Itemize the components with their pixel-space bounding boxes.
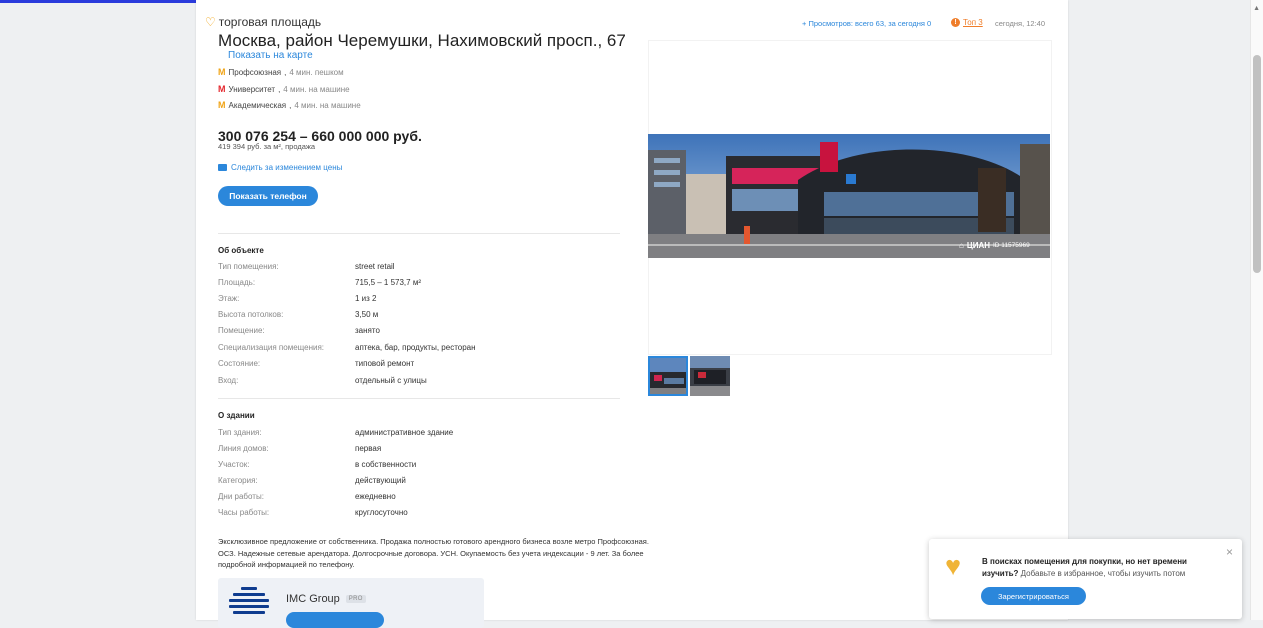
metro-icon: М	[218, 67, 226, 77]
cian-id: ID 11575969	[993, 242, 1030, 249]
show-on-map-link[interactable]: Показать на карте	[228, 50, 313, 61]
row-label: Тип помещения:	[218, 262, 279, 271]
row-label: Категория:	[218, 476, 258, 485]
row-value: административное здание	[355, 428, 454, 437]
row-value: street retail	[355, 262, 395, 271]
publish-date: сегодня, 12:40	[995, 19, 1046, 28]
building-row: Часы работы: круглосуточно	[218, 508, 408, 524]
agent-name-row[interactable]: IMC Group PRO	[286, 593, 366, 605]
row-value: 1 из 2	[355, 294, 377, 303]
listing-description: Эксклюзивное предложение от собственника…	[218, 537, 649, 569]
metro-item: М Профсоюзная, 4 мин. пешком	[218, 67, 344, 77]
row-label: Площадь:	[218, 278, 256, 287]
scrollbar-thumb[interactable]	[1253, 55, 1261, 273]
metro-icon: М	[218, 100, 226, 110]
object-row: Состояние: типовой ремонт	[218, 359, 414, 375]
cian-brand: ЦИАН	[966, 241, 990, 250]
building-row: Участок: в собственности	[218, 460, 416, 476]
photo-thumbnail[interactable]	[690, 356, 730, 396]
row-label: Состояние:	[218, 359, 261, 368]
object-section-title: Об объекте	[218, 246, 264, 255]
row-label: Этаж:	[218, 294, 240, 303]
metro-station: Университет	[228, 84, 276, 94]
cian-watermark: ⌂ ЦИАН ID 11575969	[959, 241, 1030, 250]
row-label: Специализация помещения:	[218, 343, 325, 352]
agent-name[interactable]: IMC Group	[286, 593, 340, 605]
building-row: Линия домов: первая	[218, 444, 381, 460]
promo-text: В поисках помещения для покупки, но нет …	[982, 556, 1222, 580]
object-row: Специализация помещения: аптека, бар, про…	[218, 343, 476, 359]
object-row: Площадь: 715,5 – 1 573,7 м²	[218, 278, 421, 294]
envelope-icon	[218, 164, 227, 171]
listing-type: ♡ торговая площадь	[205, 15, 321, 29]
row-value: первая	[355, 444, 382, 453]
object-row: Вход: отдельный с улицы	[218, 376, 427, 392]
row-value: в собственности	[355, 460, 417, 469]
row-value: ежедневно	[355, 492, 396, 501]
row-value: отдельный с улицы	[355, 376, 427, 385]
close-icon[interactable]: ×	[1226, 545, 1233, 559]
metro-distance: 4 мин. пешком	[289, 67, 344, 77]
promo-regular-text: Добавьте в избранное, чтобы изучить пото…	[1020, 569, 1186, 578]
row-label: Линия домов:	[218, 444, 269, 453]
object-row: Тип помещения: street retail	[218, 262, 395, 278]
row-value: 3,50 м	[355, 310, 379, 319]
row-value: занято	[355, 326, 380, 335]
divider	[218, 233, 620, 234]
top-badge[interactable]: ! Топ 3	[951, 18, 983, 27]
row-value: 715,5 – 1 573,7 м²	[355, 278, 421, 287]
agent-logo	[229, 587, 269, 617]
metro-station: Академическая	[228, 100, 287, 110]
row-label: Вход:	[218, 376, 239, 385]
listing-type-label: торговая площадь	[218, 15, 322, 29]
price-per-meter: 419 394 руб. за м², продажа	[218, 142, 316, 151]
row-label: Высота потолков:	[218, 310, 284, 319]
agent-button[interactable]	[286, 612, 384, 628]
row-value: аптека, бар, продукты, ресторан	[355, 343, 476, 352]
metro-item: М Университет, 4 мин. на машине	[218, 84, 350, 94]
scroll-up-arrow-icon[interactable]: ▲	[1253, 5, 1260, 12]
row-value: действующий	[355, 476, 406, 485]
listing-title: Москва, район Черемушки, Нахимовский про…	[218, 31, 626, 50]
metro-distance: 4 мин. на машине	[283, 84, 350, 94]
register-button[interactable]: Зарегистрироваться	[981, 587, 1086, 605]
metro-station: Профсоюзная	[228, 67, 282, 77]
page-scrollbar[interactable]: ▲	[1250, 0, 1263, 620]
top-badge-label: Топ 3	[963, 18, 983, 27]
heart-icon: ♥	[945, 551, 962, 581]
building-section-title: О здании	[218, 411, 255, 420]
row-label: Участок:	[218, 460, 250, 469]
object-row: Этаж: 1 из 2	[218, 294, 376, 310]
favorite-heart-icon[interactable]: ♡	[205, 15, 216, 29]
metro-icon: М	[218, 84, 226, 94]
row-value: круглосуточно	[355, 508, 408, 517]
object-row: Высота потолков: 3,50 м	[218, 310, 378, 326]
metro-distance: 4 мин. на машине	[294, 100, 361, 110]
views-stats[interactable]: + Просмотров: всего 63, за сегодня 0	[802, 19, 931, 28]
metro-item: М Академическая, 4 мин. на машине	[218, 100, 361, 110]
building-row: Дни работы: ежедневно	[218, 492, 396, 508]
main-photo[interactable]	[648, 134, 1050, 258]
row-label: Помещение:	[218, 326, 265, 335]
row-label: Дни работы:	[218, 492, 264, 501]
row-label: Тип здания:	[218, 428, 262, 437]
watch-price-link[interactable]: Следить за изменением цены	[218, 163, 342, 172]
show-phone-button[interactable]: Показать телефон	[218, 186, 318, 206]
building-row: Тип здания: административное здание	[218, 428, 453, 444]
object-row: Помещение: занято	[218, 326, 380, 342]
divider	[218, 398, 620, 399]
pro-badge: PRO	[345, 595, 366, 603]
building-row: Категория: действующий	[218, 476, 406, 492]
cian-logo-icon: ⌂	[959, 241, 964, 250]
row-value: типовой ремонт	[355, 359, 415, 368]
photo-thumbnail[interactable]	[648, 356, 688, 396]
top-icon: !	[951, 18, 960, 27]
watch-price-label: Следить за изменением цены	[231, 163, 343, 172]
row-label: Часы работы:	[218, 508, 270, 517]
